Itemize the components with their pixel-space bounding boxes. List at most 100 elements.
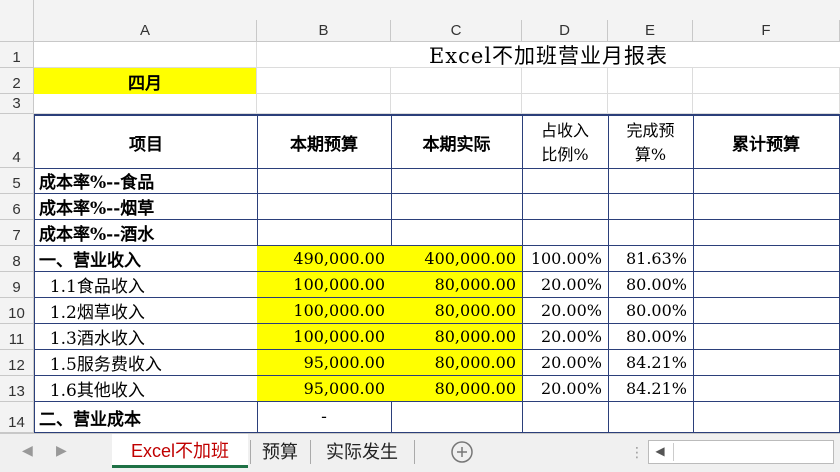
- header-complete[interactable]: 完成预 算%: [608, 114, 694, 169]
- row-header-13[interactable]: 13: [0, 376, 34, 402]
- actual-cell[interactable]: [391, 194, 523, 220]
- row-header-2[interactable]: 2: [0, 68, 34, 94]
- tab-excel-bujiaban[interactable]: Excel不加班: [112, 434, 248, 468]
- cumulative-cell[interactable]: [693, 298, 840, 324]
- row-header-6[interactable]: 6: [0, 194, 34, 220]
- actual-cell[interactable]: 80,000.00: [391, 376, 523, 402]
- actual-cell[interactable]: [391, 220, 523, 246]
- item-cell[interactable]: 1.1食品收入: [34, 272, 258, 298]
- actual-cell[interactable]: [391, 168, 523, 194]
- complete-cell[interactable]: [608, 220, 694, 246]
- cumulative-cell[interactable]: [693, 376, 840, 402]
- cumulative-cell[interactable]: [693, 324, 840, 350]
- complete-cell[interactable]: 81.63%: [608, 246, 694, 272]
- item-cell[interactable]: 成本率%--酒水: [34, 220, 258, 246]
- budget-cell[interactable]: 95,000.00: [257, 350, 392, 376]
- row-header-5[interactable]: 5: [0, 168, 34, 194]
- item-cell[interactable]: 成本率%--食品: [34, 168, 258, 194]
- cumulative-cell[interactable]: [693, 246, 840, 272]
- cell-d2[interactable]: [522, 68, 608, 94]
- cell-f2[interactable]: [693, 68, 840, 94]
- item-cell[interactable]: 1.3酒水收入: [34, 324, 258, 350]
- tab-budget[interactable]: 预算: [252, 434, 308, 468]
- month-cell[interactable]: 四月: [34, 68, 257, 94]
- row-header-4[interactable]: 4: [0, 114, 34, 168]
- complete-cell[interactable]: 80.00%: [608, 272, 694, 298]
- column-header-a[interactable]: A: [34, 20, 257, 42]
- cell-c3[interactable]: [391, 94, 522, 114]
- header-ratio[interactable]: 占收入 比例%: [522, 114, 609, 169]
- ratio-cell[interactable]: 100.00%: [522, 246, 609, 272]
- budget-cell[interactable]: 100,000.00: [257, 272, 392, 298]
- tab-actual[interactable]: 实际发生: [312, 434, 412, 468]
- row-header-14[interactable]: 14: [0, 402, 34, 433]
- complete-cell[interactable]: [608, 402, 694, 433]
- header-budget[interactable]: 本期预算: [257, 114, 392, 169]
- report-title[interactable]: Excel不加班营业月报表: [257, 42, 840, 68]
- complete-cell[interactable]: [608, 194, 694, 220]
- chevron-left-icon[interactable]: ◀: [651, 444, 669, 460]
- row-header-3[interactable]: 3: [0, 94, 34, 114]
- header-actual-cell[interactable]: 本期实际: [391, 114, 523, 169]
- complete-cell[interactable]: 80.00%: [608, 298, 694, 324]
- select-all-corner[interactable]: [0, 0, 34, 42]
- complete-cell[interactable]: 84.21%: [608, 350, 694, 376]
- triangle-right-icon[interactable]: ▶: [56, 442, 67, 459]
- budget-cell[interactable]: 100,000.00: [257, 324, 392, 350]
- cell-e3[interactable]: [608, 94, 693, 114]
- ratio-cell[interactable]: [522, 168, 609, 194]
- budget-cell[interactable]: [257, 220, 392, 246]
- actual-cell[interactable]: 400,000.00: [391, 246, 523, 272]
- budget-cell[interactable]: -: [257, 402, 392, 433]
- row-header-9[interactable]: 9: [0, 272, 34, 298]
- cumulative-cell[interactable]: [693, 168, 840, 194]
- row-header-7[interactable]: 7: [0, 220, 34, 246]
- cumulative-cell[interactable]: [693, 194, 840, 220]
- cell-b2[interactable]: [257, 68, 391, 94]
- cumulative-cell[interactable]: [693, 402, 840, 433]
- horizontal-scrollbar[interactable]: ◀: [648, 440, 834, 464]
- budget-cell[interactable]: 100,000.00: [257, 298, 392, 324]
- cumulative-cell[interactable]: [693, 220, 840, 246]
- complete-cell[interactable]: [608, 168, 694, 194]
- column-header-f[interactable]: F: [693, 20, 840, 42]
- item-cell[interactable]: 二、营业成本: [34, 402, 258, 433]
- row-header-11[interactable]: 11: [0, 324, 34, 350]
- budget-cell[interactable]: 490,000.00: [257, 246, 392, 272]
- item-cell[interactable]: 1.2烟草收入: [34, 298, 258, 324]
- cumulative-cell[interactable]: [693, 272, 840, 298]
- item-cell[interactable]: 一、营业收入: [34, 246, 258, 272]
- ratio-cell[interactable]: [522, 194, 609, 220]
- triangle-left-icon[interactable]: ◀: [22, 442, 33, 459]
- cumulative-cell[interactable]: [693, 350, 840, 376]
- row-header-8[interactable]: 8: [0, 246, 34, 272]
- budget-cell[interactable]: [257, 194, 392, 220]
- ratio-cell[interactable]: 20.00%: [522, 272, 609, 298]
- ratio-cell[interactable]: [522, 402, 609, 433]
- item-cell[interactable]: 1.5服务费收入: [34, 350, 258, 376]
- ratio-cell[interactable]: 20.00%: [522, 324, 609, 350]
- header-cumulative[interactable]: 累计预算: [693, 114, 840, 169]
- scrollbar-thumb[interactable]: [673, 443, 824, 461]
- actual-cell[interactable]: 80,000.00: [391, 272, 523, 298]
- ratio-cell[interactable]: 20.00%: [522, 350, 609, 376]
- cell-d3[interactable]: [522, 94, 608, 114]
- ratio-cell[interactable]: 20.00%: [522, 298, 609, 324]
- complete-cell[interactable]: 80.00%: [608, 324, 694, 350]
- cell-e2[interactable]: [608, 68, 693, 94]
- add-sheet-button[interactable]: [450, 440, 474, 464]
- cell-c2[interactable]: [391, 68, 522, 94]
- ratio-cell[interactable]: 20.00%: [522, 376, 609, 402]
- actual-cell[interactable]: 80,000.00: [391, 298, 523, 324]
- budget-cell[interactable]: 95,000.00: [257, 376, 392, 402]
- column-header-b[interactable]: B: [257, 20, 391, 42]
- actual-cell[interactable]: 80,000.00: [391, 350, 523, 376]
- ratio-cell[interactable]: [522, 220, 609, 246]
- row-header-10[interactable]: 10: [0, 298, 34, 324]
- cell-a1[interactable]: [34, 42, 257, 68]
- item-cell[interactable]: 成本率%--烟草: [34, 194, 258, 220]
- cell-b3[interactable]: [257, 94, 391, 114]
- item-cell[interactable]: 1.6其他收入: [34, 376, 258, 402]
- budget-cell[interactable]: [257, 168, 392, 194]
- cell-f3[interactable]: [693, 94, 840, 114]
